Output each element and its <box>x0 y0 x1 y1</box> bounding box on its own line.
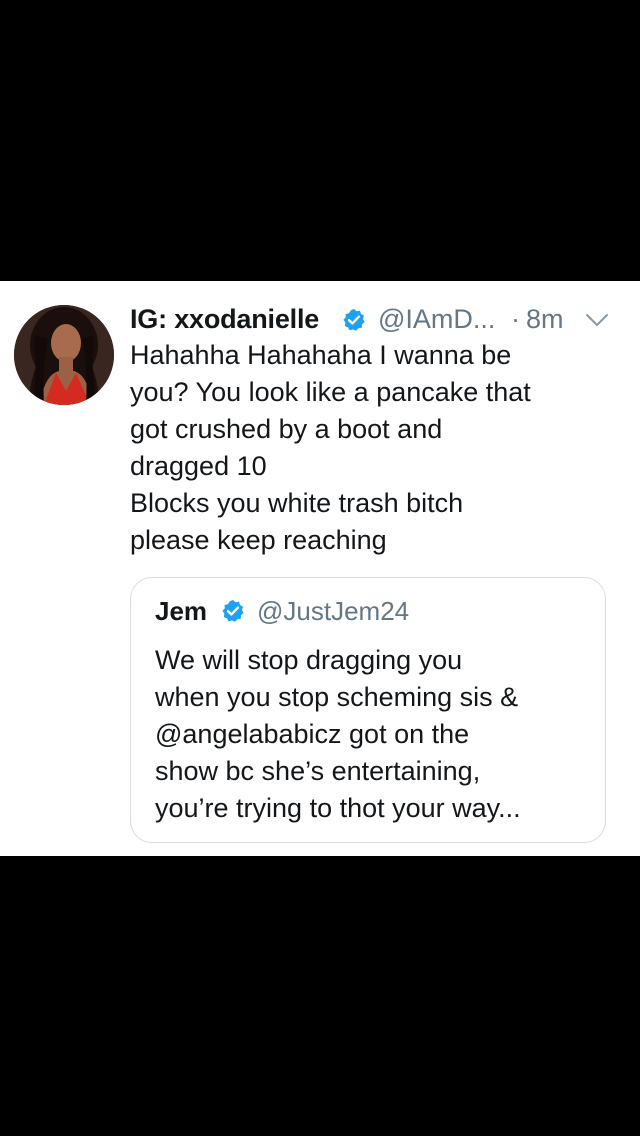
tweet-text-line: please keep reaching <box>130 525 387 555</box>
chevron-down-icon[interactable] <box>584 311 610 329</box>
quoted-text-line: you’re trying to thot your way... <box>155 793 521 823</box>
avatar[interactable] <box>14 305 114 405</box>
quoted-text-line: show bc she’s entertaining, <box>155 756 481 786</box>
tweet-text-line: you? You look like a pancake that <box>130 377 531 407</box>
handle[interactable]: @IAmD... <box>378 301 495 337</box>
separator-dot: · <box>511 304 520 334</box>
quoted-tweet-text: We will stop dragging you when you stop … <box>155 642 595 827</box>
verified-badge-icon <box>343 309 365 331</box>
quoted-handle: @JustJem24 <box>257 596 410 626</box>
display-name[interactable]: IG: xxodanielle <box>130 301 319 337</box>
tweet-text: Hahahha Hahahaha I wanna be you? You loo… <box>130 337 620 559</box>
quoted-text-line: We will stop dragging you <box>155 645 463 675</box>
tweet-text-line: got crushed by a boot and <box>130 414 443 444</box>
timestamp[interactable]: 8m <box>526 301 564 337</box>
tweet-text-line: Hahahha Hahahaha I wanna be <box>130 340 512 370</box>
quoted-text-line: when you stop scheming sis & <box>155 682 519 712</box>
tweet-card[interactable]: IG: xxodanielle @IAmD... · 8m Hahahha Ha… <box>0 281 640 856</box>
tweet-text-line: dragged 10 <box>130 451 267 481</box>
verified-badge-icon <box>222 600 244 622</box>
tweet-text-line: Blocks you white trash bitch <box>130 488 464 518</box>
quoted-display-name: Jem <box>155 596 208 626</box>
screen: IG: xxodanielle @IAmD... · 8m Hahahha Ha… <box>0 0 640 1136</box>
quoted-text-line: @angelababicz got on the <box>155 719 470 749</box>
avatar-image <box>14 305 114 405</box>
tweet-header: IG: xxodanielle @IAmD... · 8m <box>130 301 622 337</box>
quoted-tweet-card[interactable]: Jem @JustJem24 We will stop dragging you… <box>130 577 606 843</box>
